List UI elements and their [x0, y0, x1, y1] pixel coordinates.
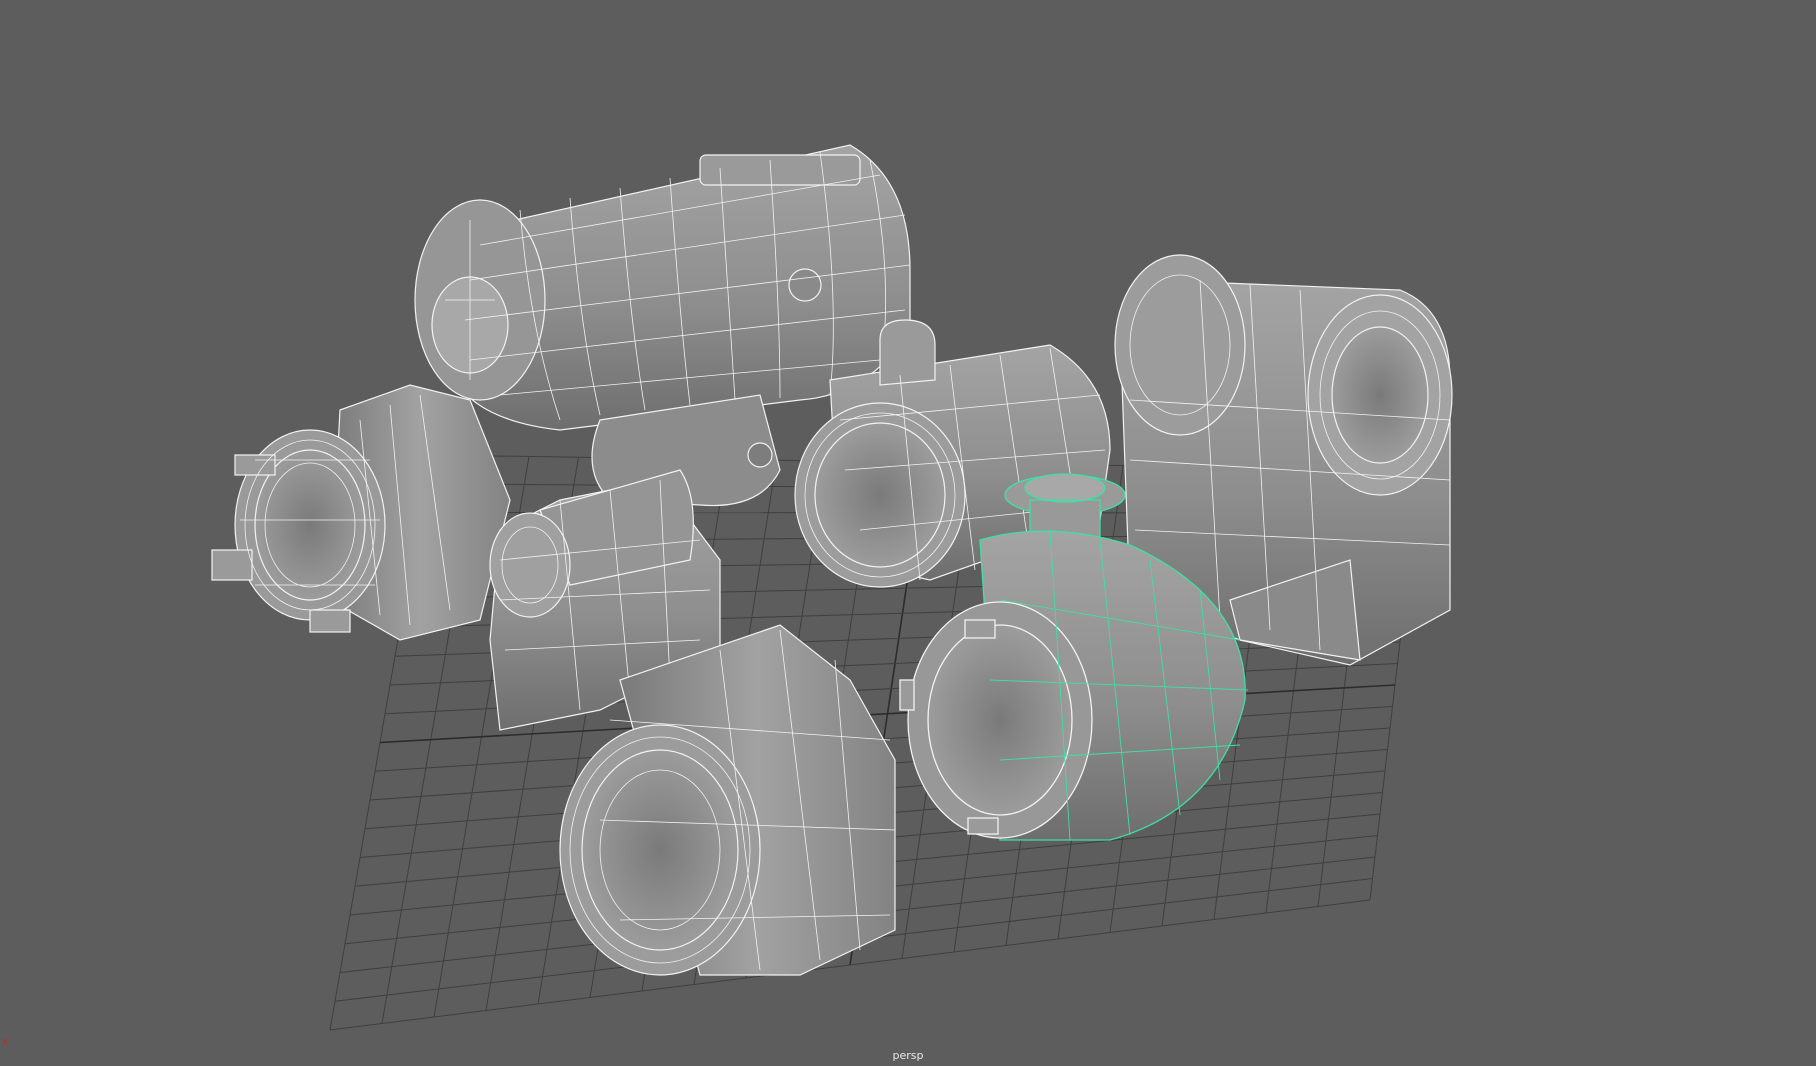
- origin-axis-marker: x: [2, 1036, 9, 1047]
- camera-name-label: persp: [892, 1049, 924, 1062]
- scene-canvas[interactable]: [0, 0, 1816, 1066]
- 3d-viewport[interactable]: x persp: [0, 0, 1816, 1066]
- connector-left[interactable]: [211, 384, 511, 641]
